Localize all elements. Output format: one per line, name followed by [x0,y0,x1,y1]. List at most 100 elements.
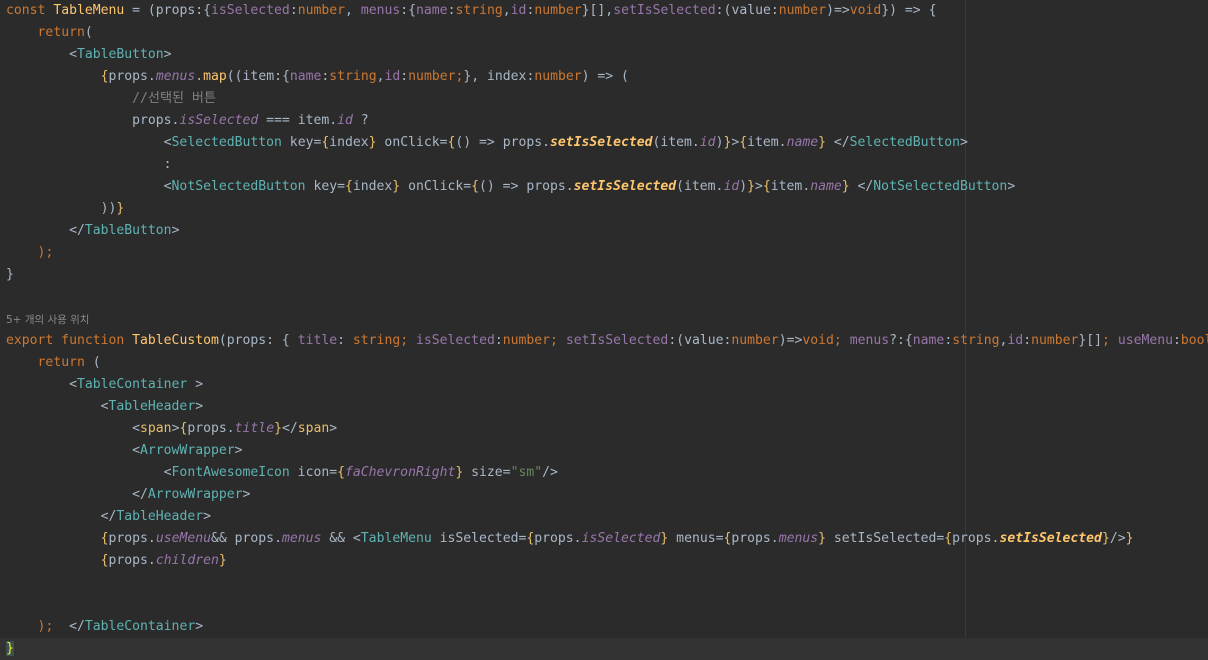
code-token: //선택된 버튼 [132,91,217,106]
code-line[interactable]: <TableHeader> [0,396,1208,418]
code-line[interactable]: return ( [0,352,1208,374]
code-token: { [471,179,480,194]
code-token: } [841,179,850,194]
code-line[interactable]: {props.children} [0,550,1208,572]
code-line[interactable]: </TableButton> [0,220,1208,242]
code-line[interactable]: {props.menus.map((item:{name:string,id:n… [0,66,1208,88]
code-token: number [502,333,551,348]
code-line[interactable]: <span>{props.title}</span> [0,418,1208,440]
code-line[interactable]: ); [0,616,1208,638]
code-token: } [218,553,227,568]
code-token: > [234,443,243,458]
code-token: ( [84,25,93,40]
code-line[interactable]: const TableMenu = (props:{isSelected:num… [0,0,1208,22]
code-token: menus [281,531,322,546]
code-token: name [289,69,322,84]
code-token: index [352,179,393,194]
code-token: TableContainer [76,377,188,392]
code-token: id [384,69,401,84]
code-token: ; [45,245,54,260]
code-line[interactable]: </ArrowWrapper> [0,484,1208,506]
code-token: </ [6,223,85,238]
code-token: number [534,69,582,84]
code-line[interactable]: } [0,638,1208,660]
code-line[interactable]: : [0,154,1208,176]
code-token: number [731,333,779,348]
code-line[interactable]: } [0,264,1208,286]
code-line[interactable]: <FontAwesomeIcon icon={faChevronRight} s… [0,462,1208,484]
code-token: < [6,465,172,480]
code-token: id [699,135,716,150]
code-line[interactable]: return( [0,22,1208,44]
code-token: name [416,3,448,18]
code-token: } [1125,531,1134,546]
code-token: number [297,3,346,18]
code-token: name [786,135,819,150]
code-token: { [762,179,771,194]
code-token: > [187,377,204,392]
code-token: ; [45,619,54,634]
usage-hint[interactable]: 5+ 개의 사용 위치 [6,312,89,328]
code-token: isSelected [581,531,661,546]
code-token: useMenu [155,531,211,546]
code-editor[interactable]: const TableMenu = (props:{isSelected:num… [0,0,1208,660]
code-token: menus= [668,531,724,546]
code-line[interactable]: //선택된 버튼 [0,88,1208,110]
code-token: TableHeader [108,399,196,414]
code-token: key= [281,135,322,150]
code-token: > [195,399,204,414]
code-token: }[], [581,3,614,18]
code-line[interactable] [0,308,1208,330]
code-token: (item. [652,135,700,150]
code-token: )=> [778,333,803,348]
code-token: isSelected [210,3,290,18]
code-token: onClick= [376,135,448,150]
code-token: map [203,69,227,84]
code-token: props. [6,113,180,128]
code-token: setIsSelected [999,531,1102,546]
code-token: )=> [826,3,850,18]
code-token: ArrowWrapper [140,443,235,458]
code-token: setIsSelected [613,3,716,18]
code-token: number [534,3,582,18]
code-line[interactable]: ))} [0,198,1208,220]
code-line[interactable]: ); [0,242,1208,264]
code-token: icon= [289,465,338,480]
code-token: string [352,333,401,348]
code-line[interactable] [0,286,1208,308]
code-token: } [116,201,125,216]
code-token: boolean [1180,333,1208,348]
code-token: item. [770,179,811,194]
code-line[interactable]: <SelectedButton key={index} onClick={() … [0,132,1208,154]
code-token: } [1101,531,1110,546]
code-line[interactable]: </TableHeader> [0,506,1208,528]
code-token: < [6,443,141,458]
code-line[interactable]: <ArrowWrapper> [0,440,1208,462]
code-token: </ [826,135,850,150]
code-token: children [155,553,219,568]
code-line[interactable]: export function TableCustom(props: { tit… [0,330,1208,352]
code-token: { [344,179,353,194]
code-line[interactable]: {props.useMenu&& props.menus && <TableMe… [0,528,1208,550]
code-token: ( [84,355,101,370]
code-token: ) => ( [581,69,629,84]
code-line[interactable]: <TableContainer > [0,374,1208,396]
code-token: export function [6,333,133,348]
code-token: ?:{ [889,333,913,348]
code-token: TableMenu [360,531,432,546]
code-token: void [849,3,882,18]
code-line[interactable]: props.isSelected === item.id ? [0,110,1208,132]
code-line[interactable]: <TableButton> [0,44,1208,66]
code-token: useMenu [1117,333,1174,348]
code-token: === item. [258,113,338,128]
code-token: } [368,135,377,150]
code-token: NotSelectedButton [873,179,1008,194]
code-token: string [455,3,503,18]
code-token: && props. [211,531,282,546]
code-token: setIsSelected= [826,531,945,546]
code-line[interactable]: <NotSelectedButton key={index} onClick={… [0,176,1208,198]
code-token: ) [739,179,748,194]
code-token: (props: { [218,333,298,348]
code-token: name [912,333,945,348]
